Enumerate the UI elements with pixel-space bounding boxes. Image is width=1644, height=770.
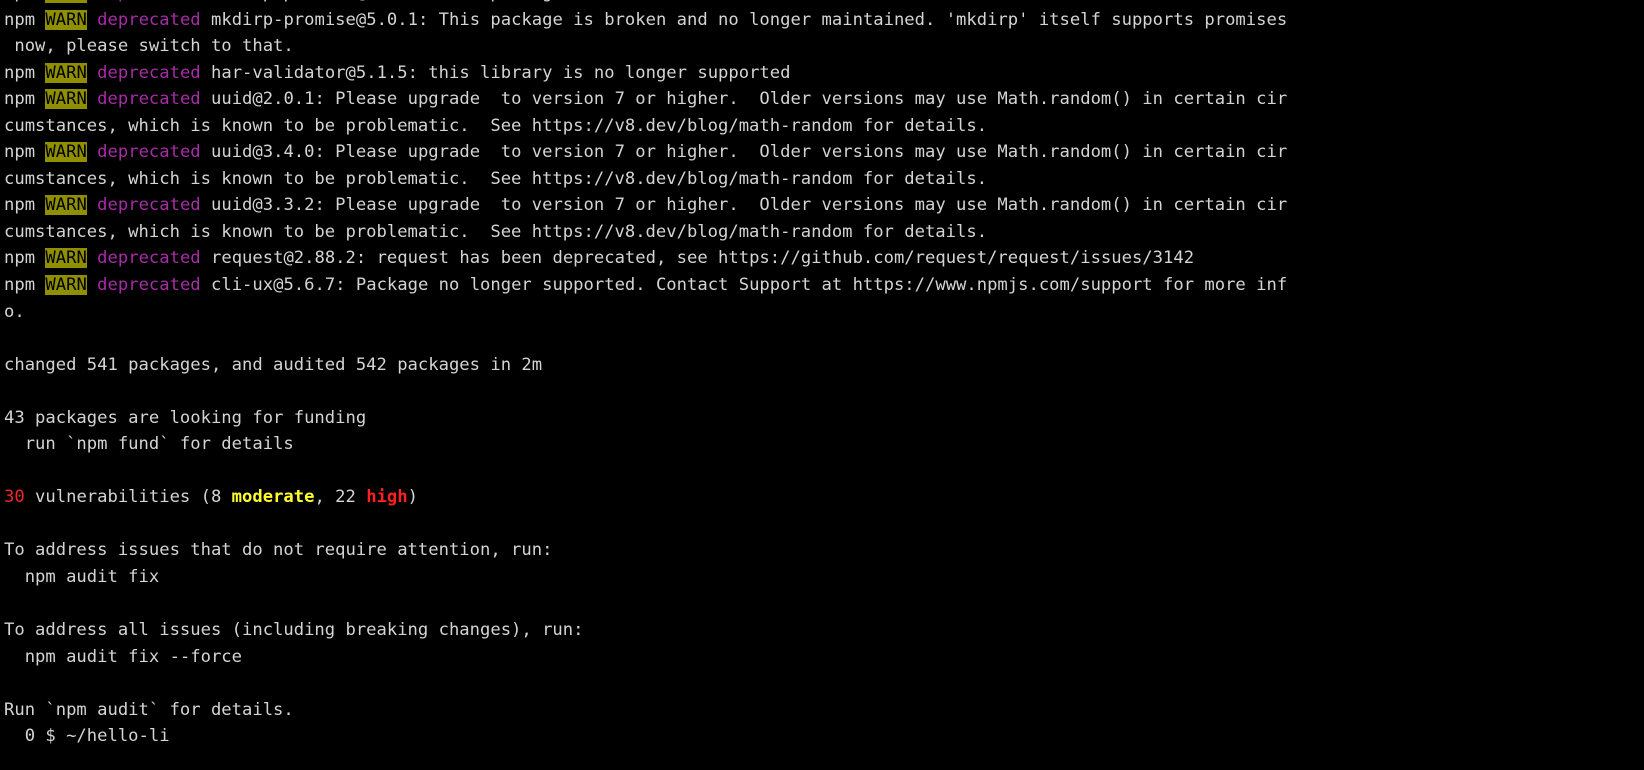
terminal-text: uuid@2.0.1: Please upgrade to version 7 … <box>200 89 1288 110</box>
terminal-line: To address all issues (including breakin… <box>4 617 1640 644</box>
terminal-text: 0 $ ~/hello-li <box>4 726 170 747</box>
terminal-text: request@2.88.2: request has been depreca… <box>200 248 1195 269</box>
terminal-line: run `npm fund` for details <box>4 431 1640 458</box>
terminal-text: npm <box>4 142 46 163</box>
terminal-text: mkdirp-promise@5.0.1: This package is br… <box>200 9 1288 30</box>
terminal-text: uuid@3.4.0: Please upgrade to version 7 … <box>200 142 1288 163</box>
terminal-line: npm WARN deprecated mkdirp-promise@5.0.1… <box>4 7 1640 34</box>
terminal-line: o. <box>4 299 1640 326</box>
terminal-line: To address issues that do not require at… <box>4 537 1640 564</box>
warn-badge: WARN <box>45 9 87 30</box>
deprecated-label: deprecated <box>97 195 201 216</box>
warn-badge: WARN <box>45 248 87 269</box>
terminal-text: npm audit fix <box>4 567 160 588</box>
terminal-text: har-validator@5.1.5: this library is no … <box>200 62 791 83</box>
terminal-text: 43 packages are looking for funding <box>4 407 367 428</box>
terminal-text: npm <box>4 275 46 296</box>
terminal-text: changed 541 packages, and audited 542 pa… <box>4 354 543 375</box>
terminal-blank-line <box>4 670 1640 697</box>
terminal-line: npm WARN deprecated uuid@2.0.1: Please u… <box>4 86 1640 113</box>
terminal-line: npm WARN deprecated cli-ux@5.6.7: Packag… <box>4 272 1640 299</box>
terminal-text: run `npm fund` for details <box>4 434 294 455</box>
terminal-line: now, please switch to that. <box>4 33 1640 60</box>
terminal-blank-line <box>4 378 1640 405</box>
terminal-line: cumstances, which is known to be problem… <box>4 219 1640 246</box>
deprecated-label: deprecated <box>97 0 200 3</box>
terminal-text: cumstances, which is known to be problem… <box>4 115 988 136</box>
deprecated-label: deprecated <box>97 9 201 30</box>
warn-badge: WARN <box>45 275 87 296</box>
terminal-text: cumstances, which is known to be problem… <box>4 168 988 189</box>
terminal-blank-line <box>4 458 1640 485</box>
terminal-blank-line <box>4 325 1640 352</box>
terminal-text: npm <box>4 89 46 110</box>
terminal-text: mkdirp-promise@5.0.1: This package is br… <box>201 0 656 3</box>
terminal-line: npm WARN deprecated har-validator@5.1.5:… <box>4 60 1640 87</box>
deprecated-label: deprecated <box>97 142 201 163</box>
terminal-text: now, please switch to that. <box>4 36 294 57</box>
terminal-text: npm <box>4 9 46 30</box>
terminal-text: o. <box>4 301 25 322</box>
warn-badge: WARN <box>45 62 87 83</box>
terminal-text: vulnerabilities (8 <box>24 487 232 508</box>
deprecated-label: deprecated <box>97 62 201 83</box>
deprecated-label: deprecated <box>97 275 201 296</box>
terminal-text: , 22 <box>314 487 367 508</box>
terminal-text: npm <box>4 248 46 269</box>
terminal-line: cumstances, which is known to be problem… <box>4 113 1640 140</box>
terminal-text: npm <box>4 0 45 3</box>
terminal-text: uuid@3.3.2: Please upgrade to version 7 … <box>200 195 1288 216</box>
terminal-screen[interactable]: npm WARN deprecated mkdirp-promise@5.0.1… <box>0 0 1644 750</box>
warn-badge: WARN <box>45 0 87 3</box>
terminal-text: To address all issues (including breakin… <box>4 620 584 641</box>
terminal-line: changed 541 packages, and audited 542 pa… <box>4 352 1640 379</box>
terminal-text: npm <box>4 62 46 83</box>
deprecated-label: deprecated <box>97 248 201 269</box>
terminal-line: 0 $ ~/hello-li <box>4 723 1640 750</box>
terminal-blank-line <box>4 591 1640 618</box>
terminal-text: npm audit fix --force <box>4 646 242 667</box>
terminal-text: cli-ux@5.6.7: Package no longer supporte… <box>200 275 1288 296</box>
severity-high-text: 30 <box>4 487 25 508</box>
terminal-line: npm WARN deprecated request@2.88.2: requ… <box>4 245 1640 272</box>
terminal-text: npm <box>4 195 46 216</box>
warn-badge: WARN <box>45 89 87 110</box>
terminal-text: Run `npm audit` for details. <box>4 699 294 720</box>
terminal-line: 43 packages are looking for funding <box>4 405 1640 432</box>
terminal-line: npm WARN deprecated uuid@3.4.0: Please u… <box>4 139 1640 166</box>
terminal-line: npm audit fix <box>4 564 1640 591</box>
deprecated-label: deprecated <box>97 89 201 110</box>
terminal-line: 30 vulnerabilities (8 moderate, 22 high) <box>4 484 1640 511</box>
terminal-text: To address issues that do not require at… <box>4 540 553 561</box>
terminal-text: cumstances, which is known to be problem… <box>4 221 988 242</box>
terminal-line: cumstances, which is known to be problem… <box>4 166 1640 193</box>
terminal-text: ) <box>407 487 418 508</box>
severity-high-text: high <box>366 487 408 508</box>
terminal-line: npm WARN deprecated uuid@3.3.2: Please u… <box>4 192 1640 219</box>
terminal-blank-line <box>4 511 1640 538</box>
severity-moderate-text: moderate <box>231 487 315 508</box>
warn-badge: WARN <box>45 195 87 216</box>
terminal-line: npm audit fix --force <box>4 644 1640 671</box>
warn-badge: WARN <box>45 142 87 163</box>
terminal-line: Run `npm audit` for details. <box>4 697 1640 724</box>
terminal-window[interactable]: npm WARN deprecated mkdirp-promise@5.0.1… <box>0 0 1644 770</box>
